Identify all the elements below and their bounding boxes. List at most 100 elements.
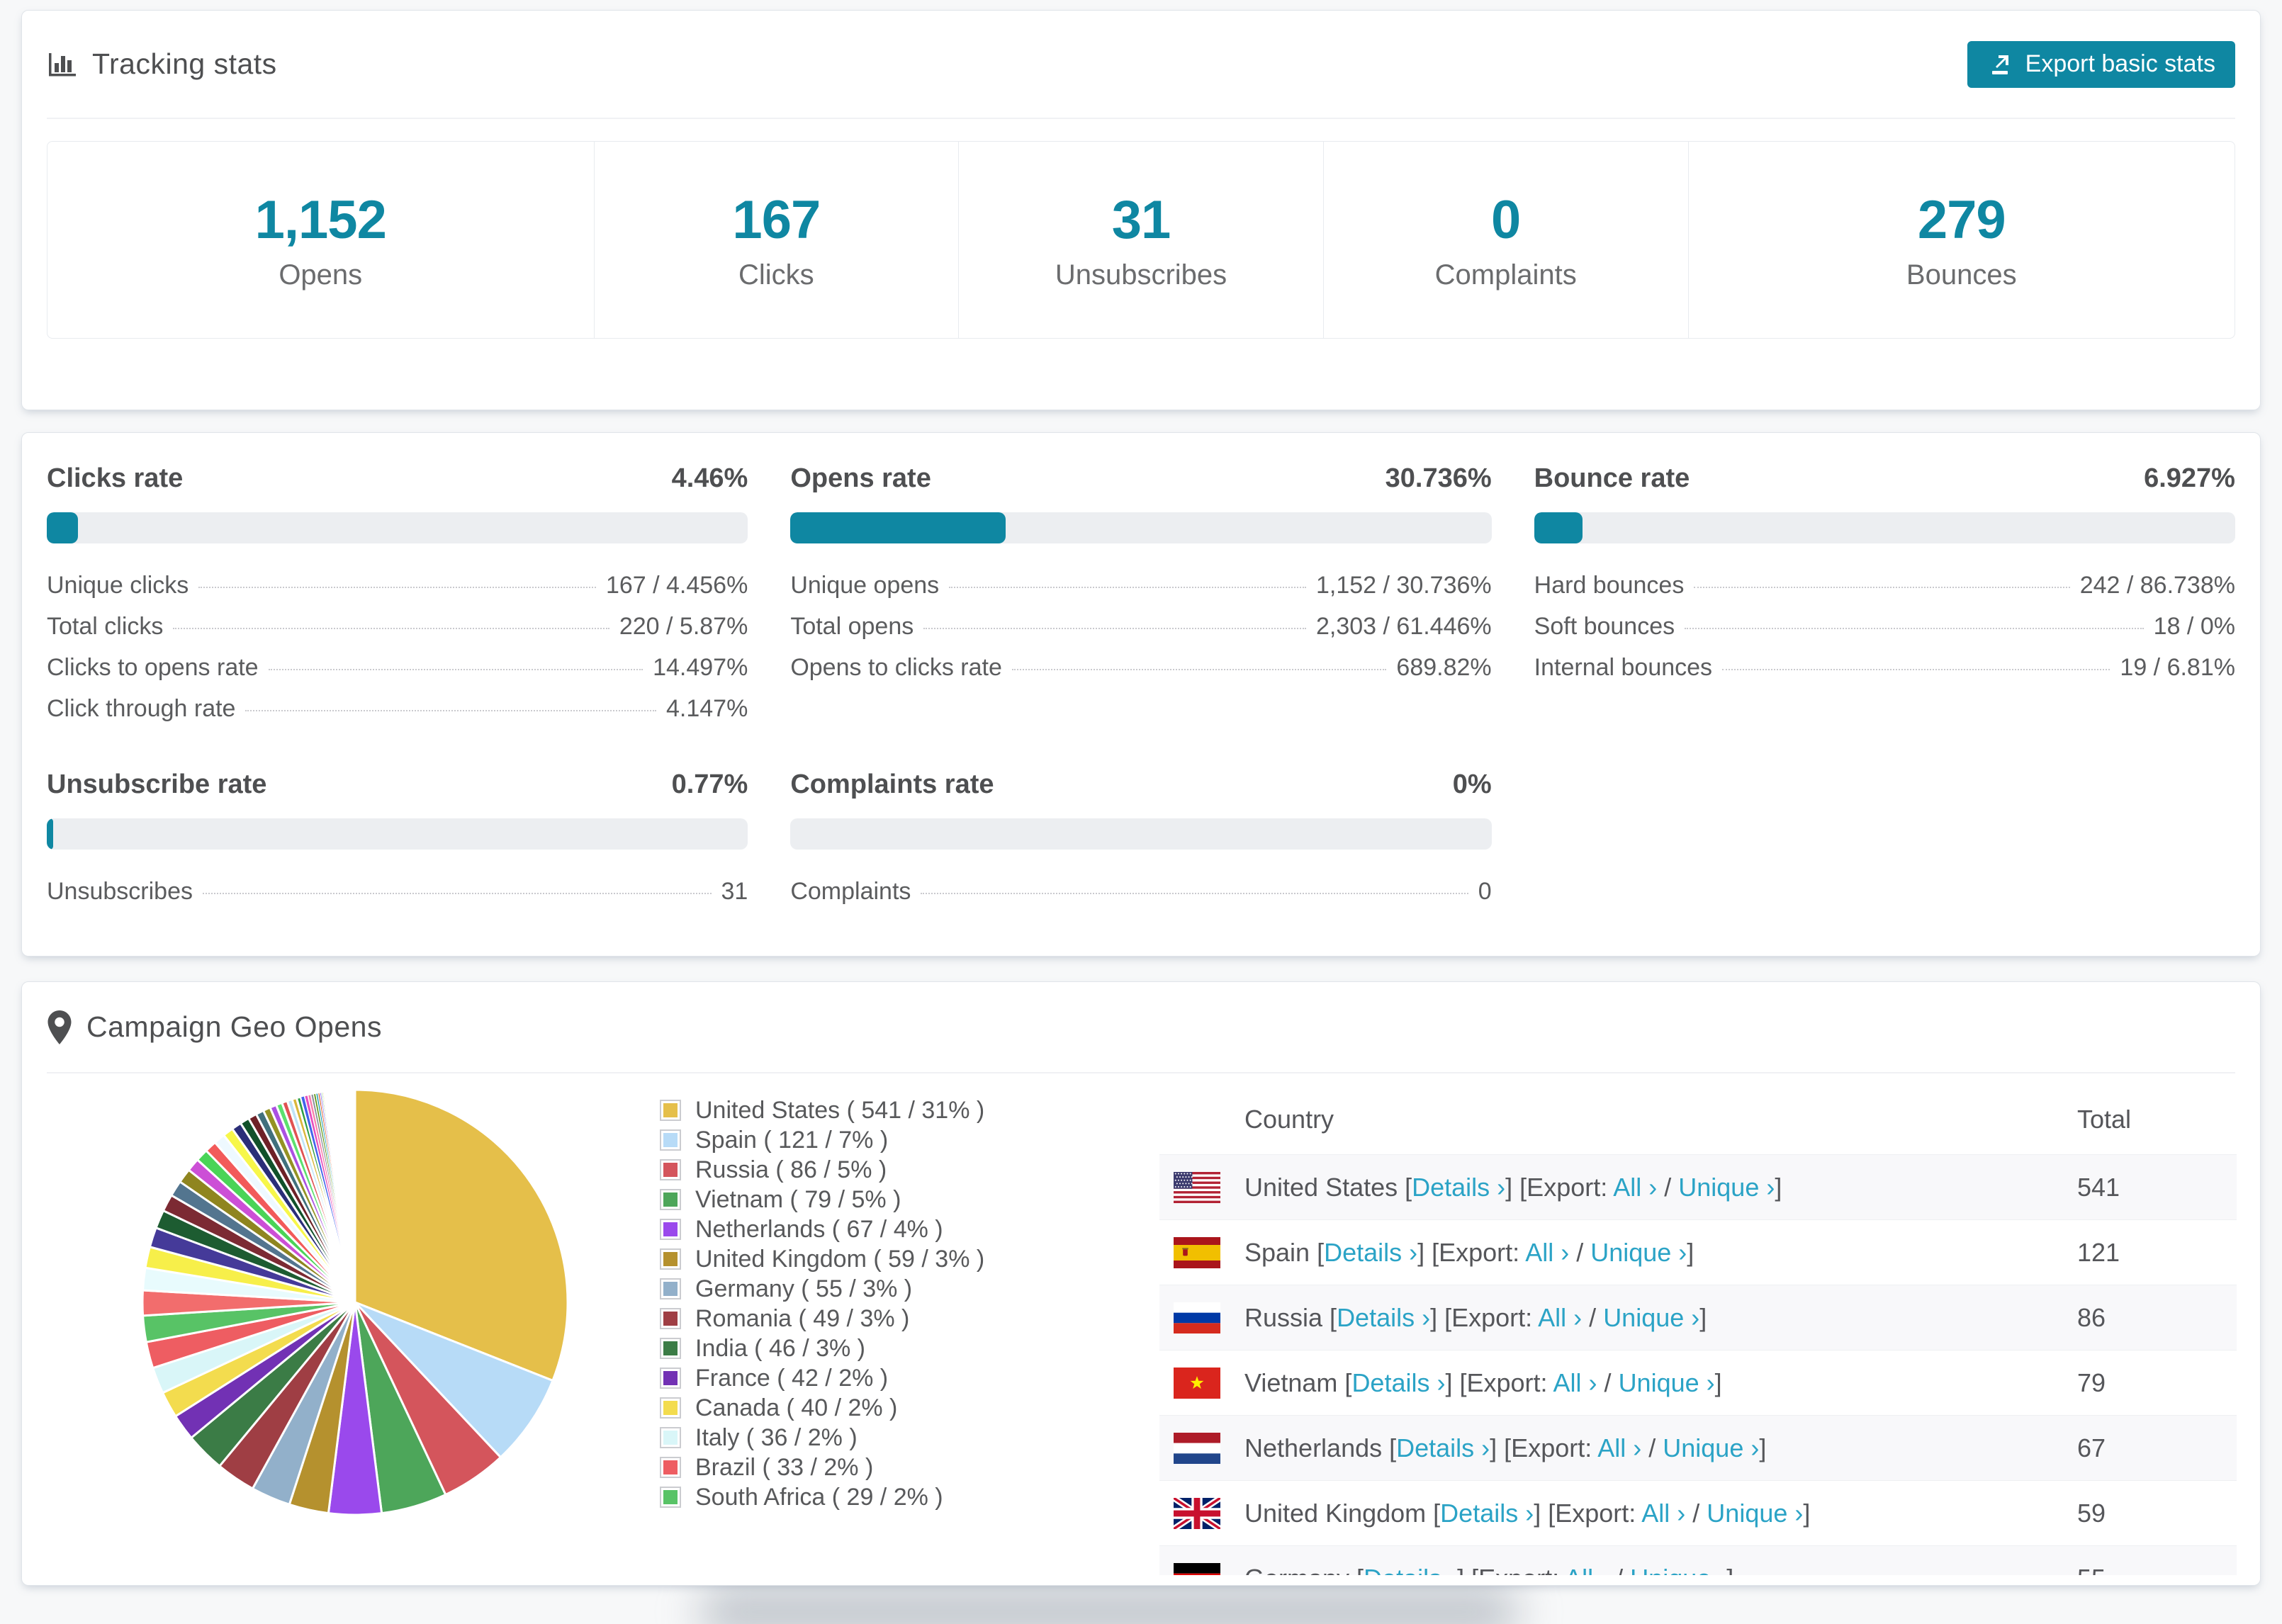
rate-progress-track	[1534, 512, 2235, 543]
rate-detail-value: 18 / 0%	[2153, 613, 2235, 640]
geo-total-cell: 79	[2077, 1368, 2106, 1397]
legend-swatch	[660, 1189, 681, 1210]
rate-detail-label: Soft bounces	[1534, 613, 1675, 640]
geo-table-row-germany: Germany [Details ›] [Export: All › / Uni…	[1159, 1545, 2237, 1575]
rate-value: 30.736%	[1385, 463, 1492, 493]
dotted-leader	[1722, 669, 2110, 670]
rate-progress-fill	[47, 818, 53, 850]
rate-detail-value: 4.147%	[666, 695, 748, 722]
export-unique-link[interactable]: Unique ›	[1630, 1564, 1726, 1576]
dotted-leader	[1694, 587, 2070, 588]
geo-total-cell: 59	[2077, 1498, 2106, 1528]
country-name: Spain	[1244, 1237, 1317, 1267]
geo-table-row-united-kingdom: United Kingdom [Details ›] [Export: All …	[1159, 1480, 2237, 1545]
legend-label: South Africa ( 29 / 2% )	[695, 1483, 943, 1511]
us-flag-icon	[1174, 1171, 1220, 1203]
stat-label: Unsubscribes	[1055, 259, 1227, 291]
details-link[interactable]: Details ›	[1396, 1433, 1490, 1462]
rate-detail-row: Unsubscribes 31	[47, 878, 748, 919]
export-all-link[interactable]: All ›	[1565, 1564, 1609, 1576]
legend-label: Netherlands ( 67 / 4% )	[695, 1215, 943, 1243]
country-name: Germany	[1244, 1564, 1356, 1576]
rate-detail-row: Complaints 0	[790, 878, 1491, 919]
bracket-text: [	[1405, 1172, 1412, 1202]
legend-item-germany: Germany ( 55 / 3% )	[660, 1274, 984, 1304]
rate-progress-fill	[47, 512, 79, 543]
geo-country-cell: Vietnam [Details ›] [Export: All › / Uni…	[1244, 1368, 2077, 1398]
rate-value: 0%	[1452, 769, 1492, 799]
rate-detail-value: 167 / 4.456%	[605, 572, 748, 599]
legend-label: United Kingdom ( 59 / 3% )	[695, 1245, 985, 1273]
legend-item-russia: Russia ( 86 / 5% )	[660, 1155, 984, 1185]
stat-value: 31	[1111, 189, 1171, 250]
bracket-text: [	[1356, 1564, 1364, 1576]
geo-country-cell: Spain [Details ›] [Export: All › / Uniqu…	[1244, 1238, 2077, 1268]
rate-detail-row: Hard bounces 242 / 86.738%	[1534, 572, 2235, 613]
legend-label: United States ( 541 / 31% )	[695, 1096, 985, 1124]
rate-detail-value: 2,303 / 61.446%	[1316, 613, 1492, 640]
export-all-link[interactable]: All ›	[1597, 1433, 1641, 1462]
export-unique-link[interactable]: Unique ›	[1603, 1303, 1699, 1332]
rate-detail-label: Total opens	[790, 613, 914, 640]
rate-detail-label: Hard bounces	[1534, 572, 1685, 599]
de-flag-icon	[1174, 1562, 1220, 1575]
rate-detail-value: 31	[721, 878, 748, 905]
geo-total-cell: 121	[2077, 1237, 2120, 1267]
legend-item-india: India ( 46 / 3% )	[660, 1333, 984, 1363]
bracket-text: ]	[1803, 1498, 1811, 1528]
geo-country-cell: Netherlands [Details ›] [Export: All › /…	[1244, 1433, 2077, 1463]
dotted-leader	[245, 710, 656, 711]
geo-opens-card: Campaign Geo Opens United States ( 541 /…	[21, 981, 2261, 1586]
es-flag-icon	[1174, 1236, 1220, 1268]
bracket-text: ] [Export:	[1490, 1433, 1598, 1462]
legend-item-canada: Canada ( 40 / 2% )	[660, 1393, 984, 1423]
summary-stat-complaints: 0 Complaints	[1324, 142, 1689, 338]
export-all-link[interactable]: All ›	[1613, 1173, 1657, 1202]
export-unique-link[interactable]: Unique ›	[1590, 1238, 1687, 1267]
legend-swatch	[660, 1100, 681, 1121]
export-unique-link[interactable]: Unique ›	[1707, 1499, 1803, 1528]
rate-title: Complaints rate	[790, 769, 994, 799]
export-all-link[interactable]: All ›	[1553, 1368, 1597, 1397]
legend-swatch	[660, 1487, 681, 1508]
summary-stat-opens: 1,152 Opens	[47, 142, 595, 338]
details-link[interactable]: Details ›	[1337, 1303, 1430, 1332]
dotted-leader	[202, 893, 712, 894]
export-all-link[interactable]: All ›	[1525, 1238, 1569, 1267]
rate-detail-value: 1,152 / 30.736%	[1316, 572, 1492, 599]
stat-value: 279	[1917, 189, 2006, 250]
stat-value: 1,152	[254, 189, 387, 250]
rate-detail-value: 689.82%	[1396, 654, 1492, 681]
details-link[interactable]: Details ›	[1351, 1368, 1445, 1397]
export-all-link[interactable]: All ›	[1641, 1499, 1685, 1528]
bracket-text: /	[1609, 1564, 1630, 1576]
stat-value: 167	[732, 189, 821, 250]
dotted-leader	[1685, 628, 2144, 629]
geo-table-row-united-states: United States [Details ›] [Export: All ›…	[1159, 1154, 2237, 1219]
details-link[interactable]: Details ›	[1412, 1173, 1505, 1202]
details-link[interactable]: Details ›	[1364, 1564, 1457, 1576]
export-unique-link[interactable]: Unique ›	[1619, 1368, 1715, 1397]
export-unique-link[interactable]: Unique ›	[1663, 1433, 1759, 1462]
rate-detail-label: Unique opens	[790, 572, 940, 599]
rate-value: 0.77%	[671, 769, 748, 799]
details-link[interactable]: Details ›	[1324, 1238, 1417, 1267]
export-basic-stats-button[interactable]: Export basic stats	[1967, 40, 2235, 88]
summary-stat-unsubscribes: 31 Unsubscribes	[959, 142, 1324, 338]
map-pin-icon	[47, 1010, 72, 1044]
legend-swatch	[660, 1368, 681, 1389]
geo-table-row-russia: Russia [Details ›] [Export: All › / Uniq…	[1159, 1285, 2237, 1350]
export-all-link[interactable]: All ›	[1538, 1303, 1582, 1332]
legend-swatch	[660, 1427, 681, 1448]
details-link[interactable]: Details ›	[1440, 1499, 1534, 1528]
rate-progress-fill	[1534, 512, 1583, 543]
country-name: Russia	[1244, 1302, 1330, 1332]
bracket-text: /	[1569, 1237, 1591, 1267]
bracket-text: ]	[1759, 1433, 1767, 1462]
legend-label: Romania ( 49 / 3% )	[695, 1304, 910, 1332]
geo-opens-title: Campaign Geo Opens	[86, 1010, 382, 1043]
geo-table-row-spain: Spain [Details ›] [Export: All › / Uniqu…	[1159, 1219, 2237, 1285]
bracket-text: ]	[1699, 1302, 1707, 1332]
legend-swatch	[660, 1338, 681, 1359]
export-unique-link[interactable]: Unique ›	[1678, 1173, 1775, 1202]
